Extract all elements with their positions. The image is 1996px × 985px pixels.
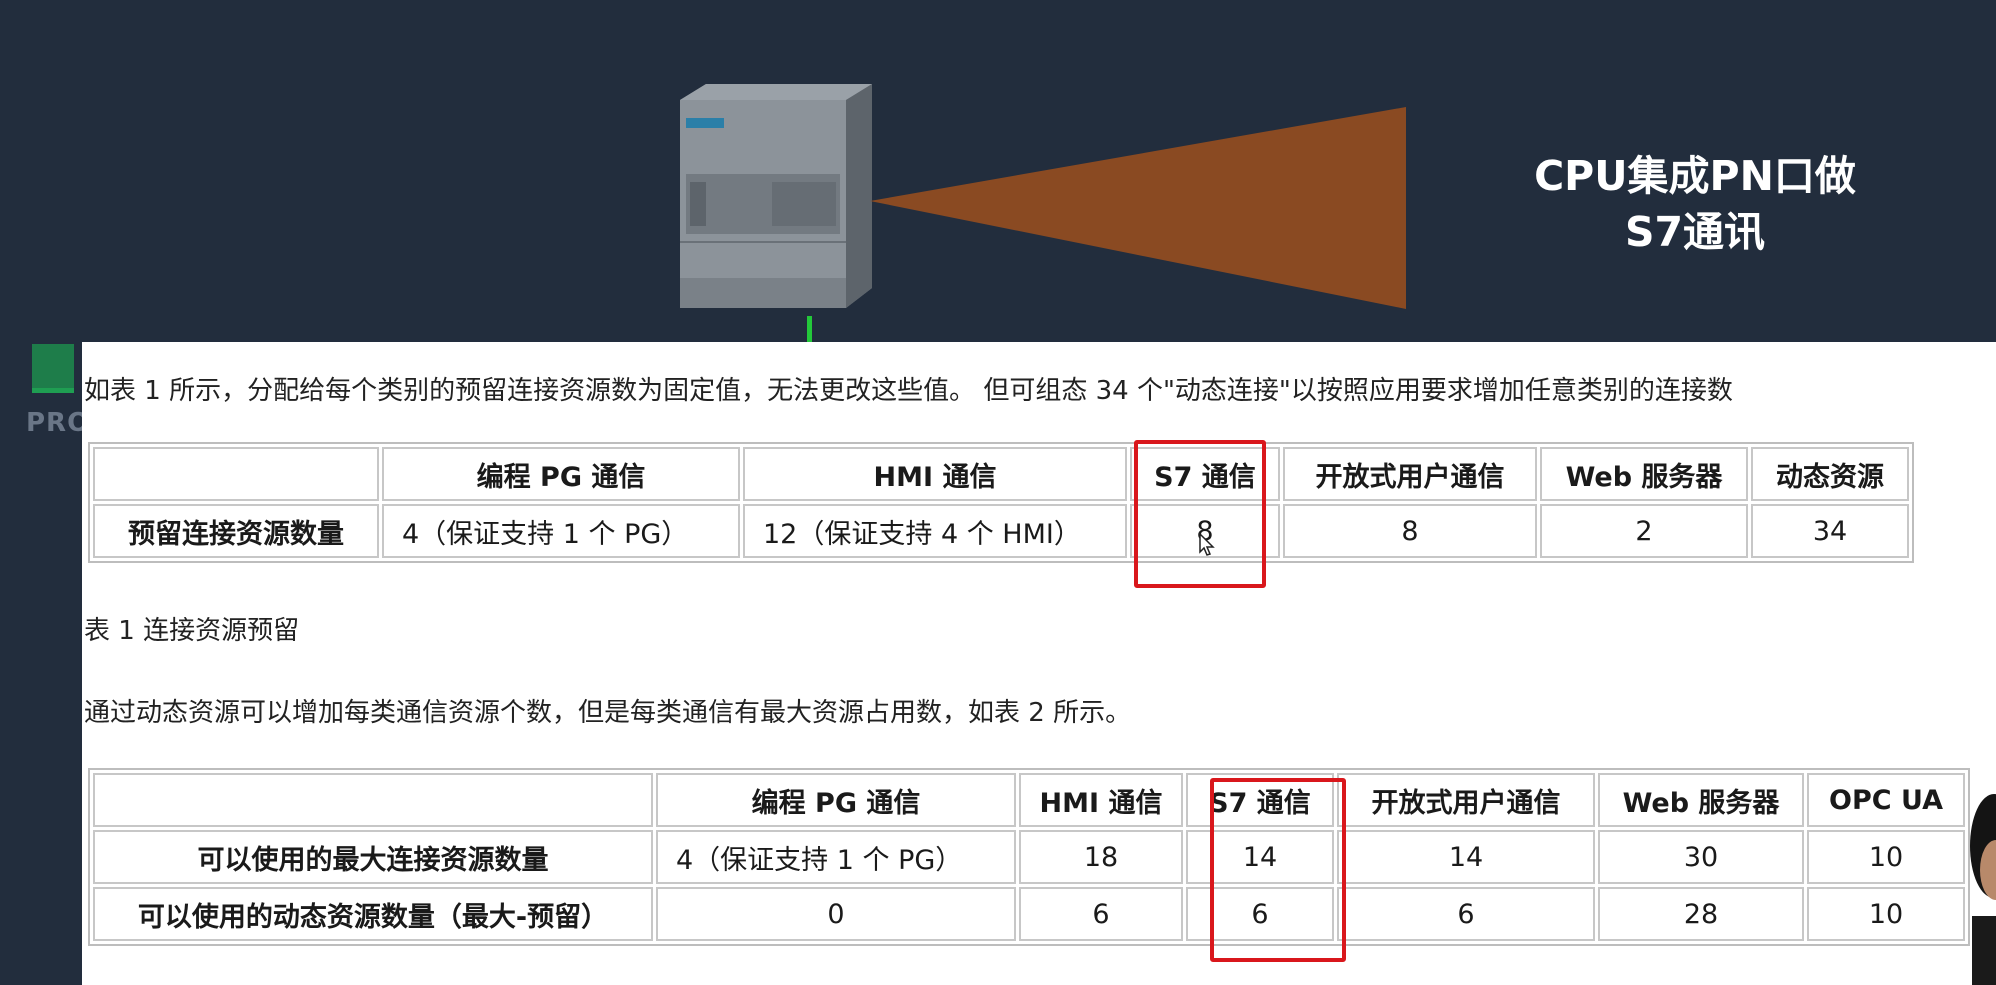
app-logo-underline [32, 388, 74, 393]
table-cell: 30 [1598, 830, 1804, 884]
table-header-cell: 编程 PG 通信 [656, 773, 1016, 827]
table-cell: 8 [1283, 504, 1537, 558]
table-header-row: 编程 PG 通信 HMI 通信 S7 通信 开放式用户通信 Web 服务器 OP… [93, 773, 1965, 827]
table-cell: 6 [1019, 887, 1183, 941]
table-header-cell: 开放式用户通信 [1337, 773, 1595, 827]
presenter-video-overlay [1970, 794, 1996, 985]
table-row-label: 可以使用的最大连接资源数量 [93, 830, 653, 884]
table-header-cell: OPC UA [1807, 773, 1965, 827]
table-header-cell: 动态资源 [1751, 447, 1909, 501]
table-row: 预留连接资源数量 4（保证支持 1 个 PG） 12（保证支持 4 个 HMI）… [93, 504, 1909, 558]
connection-reserve-table: 编程 PG 通信 HMI 通信 S7 通信 开放式用户通信 Web 服务器 动态… [88, 442, 1914, 563]
side-label: PRO [26, 408, 91, 438]
intro-paragraph: 如表 1 所示，分配给每个类别的预留连接资源数为固定值，无法更改这些值。 但可组… [84, 376, 1733, 406]
table-header-row: 编程 PG 通信 HMI 通信 S7 通信 开放式用户通信 Web 服务器 动态… [93, 447, 1909, 501]
table-cell: 10 [1807, 830, 1965, 884]
table-cell: 18 [1019, 830, 1183, 884]
table-cell: 10 [1807, 887, 1965, 941]
table-cell: 14 [1337, 830, 1595, 884]
table-cell: 0 [656, 887, 1016, 941]
table-header-cell: Web 服务器 [1540, 447, 1748, 501]
table-row: 可以使用的最大连接资源数量 4（保证支持 1 个 PG） 18 14 14 30… [93, 830, 1965, 884]
s7-highlight-box-2 [1210, 778, 1346, 962]
table-header-cell: 编程 PG 通信 [382, 447, 740, 501]
paragraph-2: 通过动态资源可以增加每类通信资源个数，但是每类通信有最大资源占用数，如表 2 所… [84, 698, 1132, 728]
table-header-cell [93, 773, 653, 827]
table-header-cell: HMI 通信 [743, 447, 1127, 501]
table-header-cell [93, 447, 379, 501]
max-connection-table: 编程 PG 通信 HMI 通信 S7 通信 开放式用户通信 Web 服务器 OP… [88, 768, 1970, 946]
table-header-cell: HMI 通信 [1019, 773, 1183, 827]
table-row-label: 可以使用的动态资源数量（最大-预留） [93, 887, 653, 941]
table-header-cell: Web 服务器 [1598, 773, 1804, 827]
document-panel: 如表 1 所示，分配给每个类别的预留连接资源数为固定值，无法更改这些值。 但可组… [82, 342, 1996, 985]
app-logo-block [32, 344, 74, 390]
table-header-cell: 开放式用户通信 [1283, 447, 1537, 501]
table-cell: 28 [1598, 887, 1804, 941]
table-cell: 2 [1540, 504, 1748, 558]
table-cell: 34 [1751, 504, 1909, 558]
table-row: 可以使用的动态资源数量（最大-预留） 0 6 6 6 28 10 [93, 887, 1965, 941]
s7-highlight-box-1 [1134, 440, 1266, 588]
table1-caption: 表 1 连接资源预留 [84, 616, 300, 646]
table-row-label: 预留连接资源数量 [93, 504, 379, 558]
table-cell: 4（保证支持 1 个 PG） [656, 830, 1016, 884]
slide-title-line2: S7通讯 [1624, 208, 1766, 256]
table-cell: 12（保证支持 4 个 HMI） [743, 504, 1127, 558]
slide-title: CPU集成PN口做 S7通讯 [1450, 148, 1940, 260]
plc-cpu-image [680, 84, 872, 308]
table-cell: 6 [1337, 887, 1595, 941]
slide-title-line1: CPU集成PN口做 [1534, 152, 1856, 200]
table-cell: 4（保证支持 1 个 PG） [382, 504, 740, 558]
signal-cone-graphic [870, 107, 1406, 309]
mouse-cursor-icon [1199, 532, 1215, 556]
